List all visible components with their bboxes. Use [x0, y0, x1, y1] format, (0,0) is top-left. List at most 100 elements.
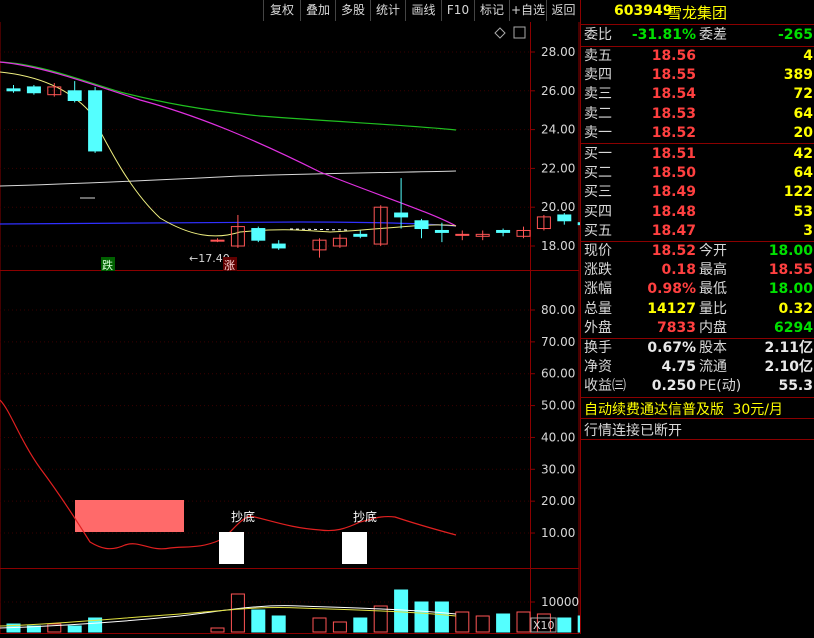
toolbar-button[interactable]: F10	[441, 0, 474, 21]
osc-tick-label: 20.00	[541, 494, 575, 508]
candle-body	[353, 233, 368, 237]
row-value: 18.56	[651, 48, 696, 64]
volume-bar	[251, 609, 266, 633]
ask-row: 卖二 18.53 64	[581, 105, 814, 124]
row-value: 18.50	[651, 165, 696, 182]
weicha-label: 委差	[699, 27, 727, 43]
toolbar-button[interactable]: +自选	[509, 0, 546, 21]
row-value-2: 4	[803, 48, 813, 64]
candle-body	[434, 229, 449, 233]
candle-body	[414, 220, 429, 230]
price-tick-label: 20.00	[541, 200, 575, 214]
signal-box-white	[219, 532, 244, 564]
row-value: 14127	[647, 300, 696, 317]
row-label-2: PE(动)	[699, 378, 742, 395]
row-value: 0.67%	[647, 340, 696, 356]
row-value: 18.49	[651, 184, 696, 201]
row-value: 4.75	[661, 359, 696, 376]
bid-row: 买一 18.51 42	[581, 145, 814, 164]
row-label: 卖二	[584, 105, 612, 122]
ma-white-line	[0, 170, 457, 187]
connection-status: 行情连接已断开	[584, 423, 682, 439]
chart-area[interactable]: 28.00 26.00 24.00 22.00 20.00 18.00 抄底 抄底 80.0…	[0, 0, 653, 634]
row-value-2: 3	[803, 222, 813, 239]
ask-row: 卖三 18.54 72	[581, 85, 814, 104]
row-label: 涨幅	[584, 281, 612, 298]
row-label-2: 股本	[699, 340, 727, 356]
row-value-2: 42	[793, 146, 813, 162]
row-value-2: 2.10亿	[764, 359, 813, 376]
toolbar-button[interactable]: 叠加	[300, 0, 335, 21]
candle-body	[6, 88, 21, 92]
osc-tick-label: 10.00	[541, 526, 575, 540]
row-value: 18.52	[651, 243, 696, 259]
row-label: 总量	[584, 300, 612, 317]
osc-tick-label: 80.00	[541, 303, 575, 317]
row-label: 收益㈢	[584, 378, 626, 395]
row-label: 卖四	[584, 67, 612, 84]
toolbar-button[interactable]: 返回	[546, 0, 580, 21]
finance-row: 收益㈢ 0.250 PE(动) 55.3	[581, 377, 814, 396]
kline-chart[interactable]: 28.00 26.00 24.00 22.00 20.00 18.00 抄底 抄底 80.0…	[0, 0, 653, 634]
toolbar-button[interactable]: 复权	[263, 0, 300, 21]
chart-toolbar: 复权 叠加 多股 统计 画线 F10 标记 +自选 返回	[0, 0, 580, 22]
volume-bar	[516, 611, 531, 633]
candle-body	[88, 90, 103, 152]
row-value: 18.48	[651, 203, 696, 220]
window-square-icon[interactable]	[513, 26, 526, 39]
row-label: 买四	[584, 203, 612, 220]
ask-row: 卖一 18.52 20	[581, 124, 814, 143]
row-value-2: 2.11亿	[764, 340, 813, 356]
osc-tick-label: 40.00	[541, 430, 575, 444]
row-value-2: 53	[793, 203, 813, 220]
row-label: 现价	[584, 243, 612, 259]
volume-bar	[271, 615, 286, 633]
row-value-2: 64	[793, 105, 813, 122]
stat-row: 涨跌 0.18 最高 18.55	[581, 261, 814, 280]
row-label: 涨跌	[584, 262, 612, 279]
row-label: 卖一	[584, 124, 612, 141]
row-value: 0.250	[651, 378, 696, 395]
volume-bar	[434, 601, 449, 633]
ad-price[interactable]: 30元/月	[732, 402, 783, 418]
diamond-icon[interactable]	[494, 27, 506, 39]
volume-bar	[557, 617, 572, 633]
osc-tick-label: 50.00	[541, 399, 575, 413]
row-value: 18.53	[651, 105, 696, 122]
row-value-2: 55.3	[778, 378, 813, 395]
signal-label: 抄底	[231, 509, 255, 524]
up-tag: 涨	[224, 259, 235, 272]
down-tag: 跌	[102, 258, 113, 272]
price-tick-label: 24.00	[541, 123, 575, 137]
row-value-2: 122	[783, 184, 813, 201]
row-value-2: 6294	[774, 319, 813, 336]
row-value-2: 0.32	[778, 300, 813, 317]
toolbar-button[interactable]: 画线	[405, 0, 441, 21]
candle-body	[251, 228, 266, 241]
price-tick-label: 26.00	[541, 84, 575, 98]
row-value-2: 20	[793, 124, 813, 141]
toolbar-button[interactable]: 统计	[370, 0, 405, 21]
bid-row: 买二 18.50 64	[581, 164, 814, 183]
signal-box-white	[342, 532, 367, 564]
stat-row: 现价 18.52 今开 18.00	[581, 242, 814, 261]
volume-bar	[414, 601, 429, 633]
ad-text[interactable]: 自动续费通达信普及版	[584, 402, 724, 418]
toolbar-button[interactable]: 多股	[335, 0, 370, 21]
row-value: 18.54	[651, 86, 696, 103]
row-label: 买二	[584, 165, 612, 182]
toolbar-button[interactable]: 标记	[474, 0, 509, 21]
ma-magenta-line	[0, 61, 457, 227]
weibi-row: 委比 -31.81% 委差 -265	[581, 26, 814, 45]
quote-panel: 603949 雪龙集团 委比 -31.81% 委差 -265 卖五 18.56 4 卖…	[580, 0, 814, 634]
subscription-ad[interactable]: 自动续费通达信普及版 30元/月	[584, 399, 814, 419]
volume-bar	[312, 617, 327, 633]
candle-body	[67, 90, 82, 102]
volume-bar	[475, 615, 490, 633]
row-value-2: 18.00	[768, 281, 813, 298]
weibi-label: 委比	[584, 27, 612, 43]
row-value-2: 72	[793, 86, 813, 103]
row-value: 7833	[657, 319, 696, 336]
row-label: 买五	[584, 222, 612, 239]
row-label: 买一	[584, 146, 612, 162]
